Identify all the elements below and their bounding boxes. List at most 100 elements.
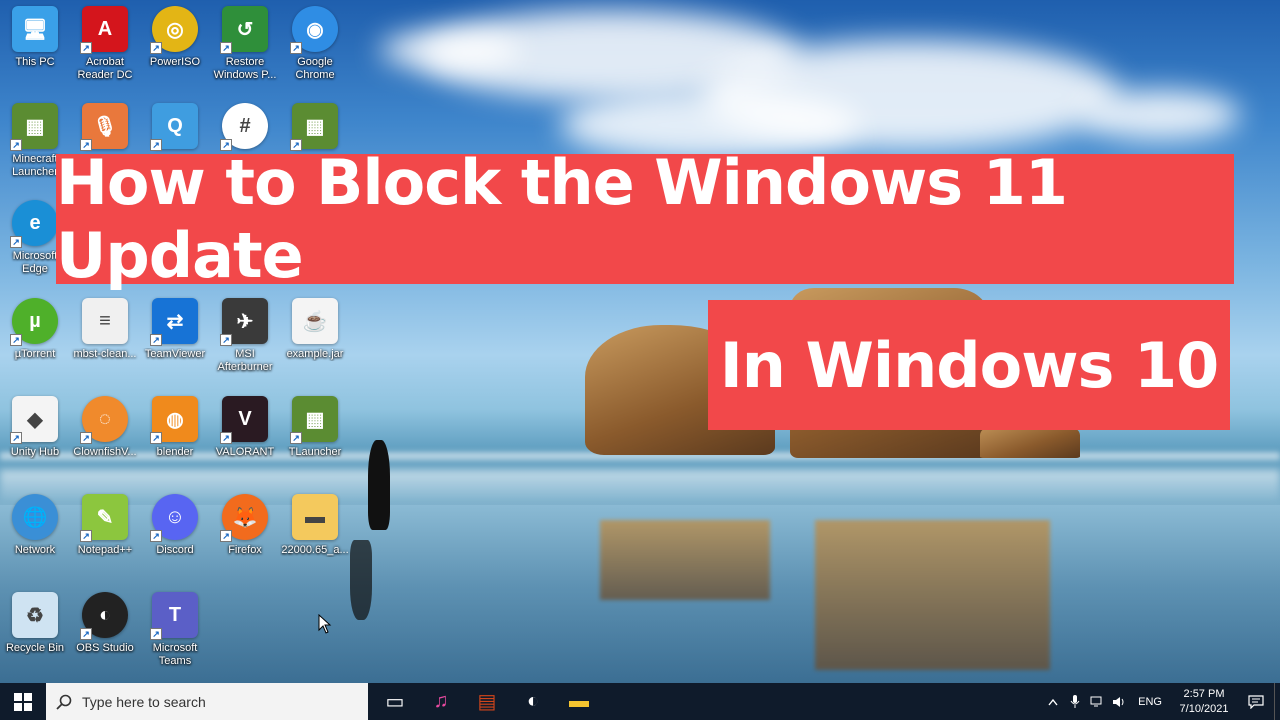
acrobat-icon: A ↗ xyxy=(80,6,128,54)
taskbar-app-file-explorer[interactable]: ▬ xyxy=(556,683,602,720)
search-icon xyxy=(56,694,72,710)
subtitle-banner: In Windows 10 xyxy=(708,300,1230,430)
title-text: How to Block the Windows 11 Update xyxy=(56,146,1068,292)
desktop-icon-recyclebin[interactable]: ♻ Recycle Bin xyxy=(0,592,70,682)
desktop-icon-this-pc[interactable]: 🖥 This PC xyxy=(0,6,70,96)
desktop-icon-utorrent[interactable]: µ ↗ µTorrent xyxy=(0,298,70,388)
start-button[interactable] xyxy=(0,683,46,720)
clock[interactable]: 2:57 PM 7/10/2021 xyxy=(1170,687,1238,717)
desktop-icon-firefox[interactable]: 🦊 ↗ Firefox xyxy=(210,494,280,584)
windows-logo-icon xyxy=(14,692,32,711)
microphone-icon[interactable] xyxy=(1064,683,1086,720)
shortcut-arrow-icon: ↗ xyxy=(80,628,92,640)
desktop-icon-acrobat[interactable]: A ↗ Acrobat Reader DC xyxy=(70,6,140,96)
subtitle-text: In Windows 10 xyxy=(719,328,1220,402)
taskbar-search[interactable] xyxy=(46,683,368,720)
desktop-icon-blender[interactable]: ◍ ↗ blender xyxy=(140,396,210,486)
desktop-icon-label: Recycle Bin xyxy=(5,642,65,654)
shortcut-arrow-icon: ↗ xyxy=(150,628,162,640)
desktop-icon-folder[interactable]: ▬ 22000.65_a... xyxy=(280,494,350,584)
restore-icon: ↺ ↗ xyxy=(220,6,268,54)
desktop-icon-label: Restore Windows P... xyxy=(213,56,277,81)
desktop-icon-examplejar[interactable]: ☕ example.jar xyxy=(280,298,350,388)
desktop-icon-label: TLauncher xyxy=(288,446,342,458)
desktop-icon-tlauncher[interactable]: ▦ ↗ TLauncher xyxy=(280,396,350,486)
minecraft-icon: ▦ ↗ xyxy=(290,103,338,151)
desktop-icon-label: ClownfishV... xyxy=(73,446,137,458)
shortcut-arrow-icon: ↗ xyxy=(220,530,232,542)
desktop-icon-restore[interactable]: ↺ ↗ Restore Windows P... xyxy=(210,6,280,96)
desktop-icon-notepadpp[interactable]: ✎ ↗ Notepad++ xyxy=(70,494,140,584)
show-desktop-button[interactable] xyxy=(1274,683,1280,720)
language-indicator[interactable]: ENG xyxy=(1130,696,1170,708)
clock-time: 2:57 PM xyxy=(1183,687,1225,700)
itunes-icon: ♫ xyxy=(433,690,449,712)
shortcut-arrow-icon: ↗ xyxy=(10,236,22,248)
network-status-icon[interactable] xyxy=(1086,683,1108,720)
desktop-icon-label: Notepad++ xyxy=(77,544,133,556)
minecraft-icon: ▦ ↗ xyxy=(290,396,338,444)
taskbar-apps: ▭ ♫ ▤ ◐ ▬ xyxy=(372,683,602,720)
taskbar-app-film-app[interactable]: ▤ xyxy=(464,683,510,720)
desktop-icon-poweriso[interactable]: ◎ ↗ PowerISO xyxy=(140,6,210,96)
desktop-icon-label: blender xyxy=(156,446,194,458)
desktop-icon-clownfish[interactable]: ◌ ↗ ClownfishV... xyxy=(70,396,140,486)
desktop-icon-network[interactable]: 🌐 Network xyxy=(0,494,70,584)
shortcut-arrow-icon: ↗ xyxy=(10,139,22,151)
folder-icon: ▬ xyxy=(569,690,589,712)
desktop-icon-label: Firefox xyxy=(228,544,262,556)
shortcut-arrow-icon: ↗ xyxy=(220,432,232,444)
cloud xyxy=(1080,90,1240,140)
shortcut-arrow-icon: ↗ xyxy=(150,530,162,542)
desktop-icon-teams[interactable]: T ↗ Microsoft Teams xyxy=(140,592,210,682)
volume-icon[interactable] xyxy=(1108,683,1130,720)
shortcut-arrow-icon: ↗ xyxy=(290,432,302,444)
unity-icon: ◆ ↗ xyxy=(10,396,58,444)
shortcut-arrow-icon: ↗ xyxy=(150,42,162,54)
valorant-icon: V ↗ xyxy=(220,396,268,444)
cloud xyxy=(380,30,520,70)
taskbar-app-itunes[interactable]: ♫ xyxy=(418,683,464,720)
task-view-icon: ▭ xyxy=(385,691,405,713)
recycle-bin-icon: ♻ xyxy=(12,592,58,638)
teams-icon: T ↗ xyxy=(150,592,198,640)
system-tray: ENG 2:57 PM 7/10/2021 xyxy=(1042,683,1280,720)
desktop-icon-teamviewer[interactable]: ⇄ ↗ TeamViewer xyxy=(140,298,210,388)
desktop-icon-mbst[interactable]: ≡ mbst-clean... xyxy=(70,298,140,388)
clock-date: 7/10/2021 xyxy=(1179,702,1229,715)
desktop-icon-chrome[interactable]: ◉ ↗ Google Chrome xyxy=(280,6,350,96)
desktop-icon-label: VALORANT xyxy=(215,446,275,458)
desktop-icon-discord[interactable]: ☺ ↗ Discord xyxy=(140,494,210,584)
disc-icon: ◎ ↗ xyxy=(150,6,198,54)
desktop-icon-label: TeamViewer xyxy=(144,348,206,360)
shortcut-arrow-icon: ↗ xyxy=(220,334,232,346)
slack-icon: # ↗ xyxy=(220,103,268,151)
film-icon: ▤ xyxy=(477,691,497,713)
shortcut-arrow-icon: ↗ xyxy=(10,432,22,444)
quicktime-icon: Q ↗ xyxy=(150,103,198,151)
desktop-icon-label: mbst-clean... xyxy=(73,348,137,360)
notification-icon xyxy=(1248,694,1264,709)
desktop-icon-label: Network xyxy=(14,544,56,556)
taskbar: ▭ ♫ ▤ ◐ ▬ ENG 2:57 PM 7/10/2021 xyxy=(0,683,1280,720)
taskbar-app-obs-taskbar[interactable]: ◐ xyxy=(510,683,556,720)
shortcut-arrow-icon: ↗ xyxy=(220,42,232,54)
desktop-icon-label: Acrobat Reader DC xyxy=(77,56,133,81)
desktop-icon-valorant[interactable]: V ↗ VALORANT xyxy=(210,396,280,486)
notifications-button[interactable] xyxy=(1238,683,1274,720)
desktop-icon-msi[interactable]: ✈ ↗ MSI Afterburner xyxy=(210,298,280,388)
desktop-icon-unityhub[interactable]: ◆ ↗ Unity Hub xyxy=(0,396,70,486)
taskbar-app-task-view[interactable]: ▭ xyxy=(372,683,418,720)
edge-icon: e ↗ xyxy=(10,200,58,248)
chevron-up-icon[interactable] xyxy=(1042,683,1064,720)
desktop-icon-label: 22000.65_a... xyxy=(281,544,349,556)
desktop-icon-label: PowerISO xyxy=(149,56,201,68)
shortcut-arrow-icon: ↗ xyxy=(80,530,92,542)
folder-icon: ▬ xyxy=(292,494,338,540)
desktop-icon-obs[interactable]: ◐ ↗ OBS Studio xyxy=(70,592,140,682)
teamviewer-icon: ⇄ ↗ xyxy=(150,298,198,346)
java-icon: ☕ xyxy=(292,298,338,344)
firefox-icon: 🦊 ↗ xyxy=(220,494,268,542)
search-input[interactable] xyxy=(82,693,342,710)
network-icon: 🌐 xyxy=(12,494,58,540)
